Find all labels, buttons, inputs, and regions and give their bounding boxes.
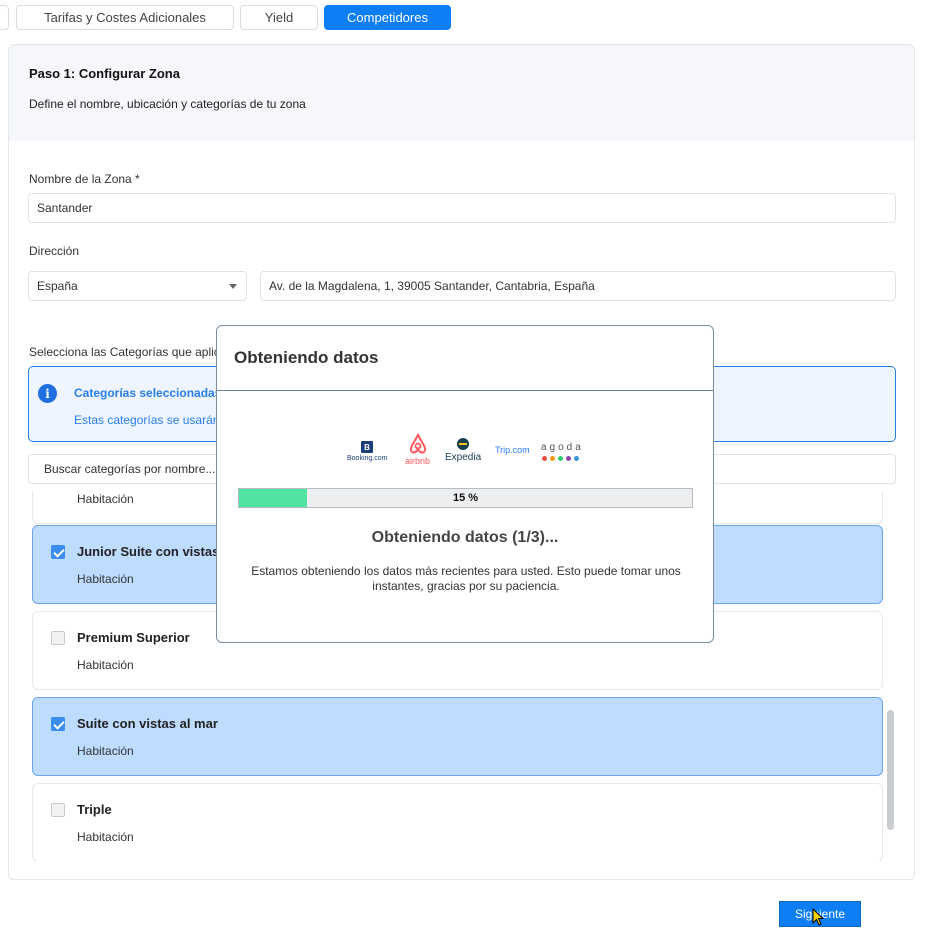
modal-title: Obteniendo datos — [234, 348, 379, 367]
provider-logos: B Booking.com airbnb Expedia Trip.com ag… — [345, 432, 585, 467]
tab-yield[interactable]: Yield — [240, 5, 318, 30]
category-checkbox[interactable] — [51, 631, 65, 645]
agoda-logo: agoda — [541, 442, 585, 464]
category-name: Premium Superior — [77, 630, 190, 645]
airbnb-logo: airbnb — [403, 432, 433, 467]
agoda-wordmark: agoda — [541, 442, 584, 453]
category-type: Habitación — [77, 744, 134, 758]
tripcom-logo: Trip.com — [495, 445, 530, 455]
category-item[interactable]: Triple Habitación — [32, 783, 883, 861]
category-type: Habitación — [77, 572, 134, 586]
step-header: Paso 1: Configurar Zona Define el nombre… — [9, 45, 914, 141]
category-type: Habitación — [77, 658, 134, 672]
info-text: Estas categorías se usarán — [74, 413, 220, 427]
step-subtitle: Define el nombre, ubicación y categorías… — [29, 97, 306, 111]
country-select[interactable]: España — [28, 271, 247, 301]
mouse-cursor-icon — [812, 908, 825, 926]
booking-wordmark: Booking.com — [347, 455, 388, 462]
category-name: Triple — [77, 802, 112, 817]
modal-message: Estamos obteniendo los datos más recient… — [251, 564, 681, 593]
info-title: Categorías seleccionadas: : — [74, 386, 233, 400]
airbnb-wordmark: airbnb — [405, 456, 431, 466]
category-checkbox[interactable] — [51, 545, 65, 559]
booking-logo: B Booking.com — [347, 441, 389, 465]
booking-badge-icon: B — [361, 441, 373, 453]
step-title: Paso 1: Configurar Zona — [29, 66, 180, 81]
zone-name-label: Nombre de la Zona * — [29, 172, 140, 186]
tab-tarifas[interactable]: Tarifas y Costes Adicionales — [16, 5, 234, 30]
tripcom-wordmark: Trip.com — [495, 445, 530, 455]
loading-modal: Obteniendo datos B Booking.com airbnb Ex… — [216, 325, 714, 643]
category-type: Habitación — [77, 830, 134, 844]
zone-name-input[interactable]: Santander — [28, 193, 896, 223]
expedia-logo: Expedia — [445, 438, 485, 466]
expedia-plane-icon — [459, 443, 467, 445]
agoda-dots-icon — [542, 456, 579, 461]
progress-text: 15 % — [452, 492, 479, 504]
airbnb-icon — [409, 432, 427, 454]
category-checkbox[interactable] — [51, 803, 65, 817]
category-type: Habitación — [77, 492, 134, 506]
progress-bar: 15 % — [238, 488, 693, 508]
category-name: Suite con vistas al mar — [77, 716, 218, 731]
list-scrollbar[interactable] — [887, 710, 894, 830]
tab-competidores[interactable]: Competidores — [324, 5, 451, 30]
chevron-down-icon — [229, 284, 237, 289]
category-name: Junior Suite con vistas — [77, 544, 220, 559]
country-value: España — [37, 279, 78, 293]
tab-left-partial[interactable] — [0, 5, 9, 30]
category-checkbox[interactable] — [51, 717, 65, 731]
address-input[interactable]: Av. de la Magdalena, 1, 39005 Santander,… — [260, 271, 896, 301]
address-label: Dirección — [29, 244, 80, 258]
modal-divider — [217, 390, 713, 391]
category-item[interactable]: Suite con vistas al mar Habitación — [32, 697, 883, 776]
expedia-wordmark: Expedia — [445, 452, 482, 463]
categories-label: Selecciona las Categorías que aplic — [29, 345, 220, 359]
modal-status: Obteniendo datos (1/3)... — [371, 529, 559, 546]
info-icon: i — [38, 384, 57, 403]
